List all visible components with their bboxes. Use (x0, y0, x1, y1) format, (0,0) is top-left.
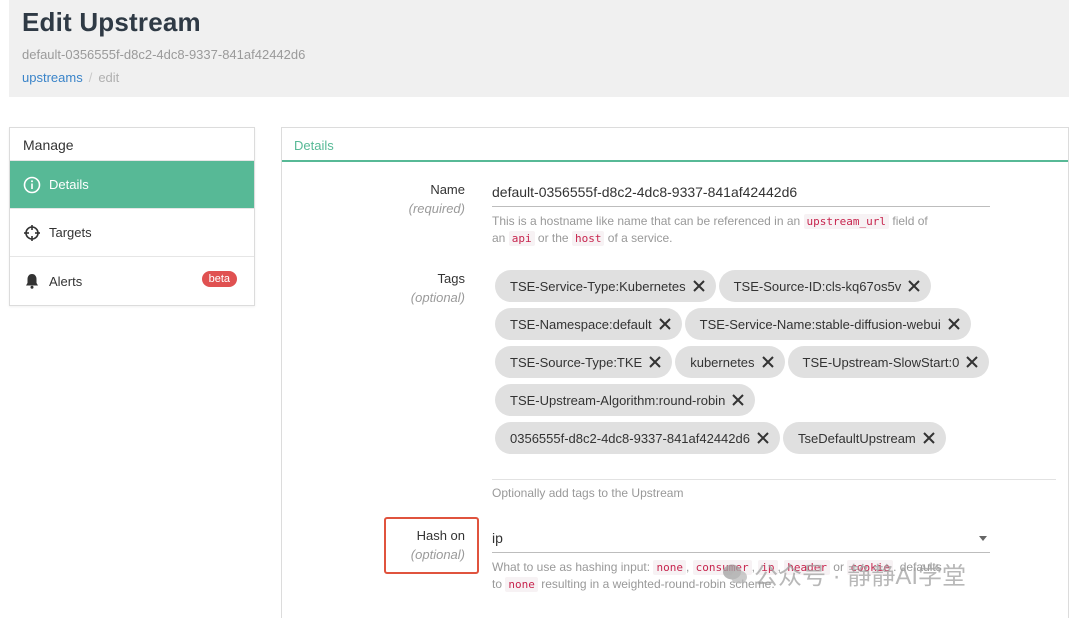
close-icon[interactable] (756, 431, 770, 445)
sidebar-title: Manage (10, 128, 254, 161)
breadcrumb-current: edit (98, 70, 120, 85)
bell-icon (26, 274, 38, 289)
page-title: Edit Upstream (22, 7, 201, 37)
close-icon[interactable] (648, 355, 662, 369)
hash-on-label: Hash on (416, 528, 465, 543)
close-icon[interactable] (731, 393, 745, 407)
close-icon[interactable] (692, 279, 706, 293)
tag-chip: TSE-Source-Type:TKE (495, 346, 673, 378)
tag-chip: TseDefaultUpstream (782, 422, 946, 454)
watermark: 公众号 · 静静AI学堂 (722, 556, 966, 591)
name-label-group: Name (required) (285, 182, 465, 216)
tag-chip: TSE-Service-Name:stable-diffusion-webui (684, 308, 971, 340)
tag-chip: kubernetes (675, 346, 785, 378)
close-icon[interactable] (907, 279, 921, 293)
name-input[interactable]: default-0356555f-d8c2-4dc8-9337-841af424… (492, 184, 990, 207)
page-header: Edit Upstream default-0356555f-d8c2-4dc8… (9, 0, 1069, 97)
panel-title: Details (282, 128, 1068, 162)
tag-chip: TSE-Source-ID:cls-kq67os5v (718, 270, 932, 302)
hash-on-optional-hint: (optional) (410, 547, 465, 562)
name-label: Name (430, 182, 465, 197)
hash-on-selected-value: ip (492, 530, 503, 546)
crosshair-icon (24, 224, 40, 241)
tags-input[interactable]: TSE-Service-Type:Kubernetes TSE-Source-ID… (495, 270, 995, 460)
close-icon[interactable] (922, 431, 936, 445)
upstream-id: default-0356555f-d8c2-4dc8-9337-841af424… (22, 47, 306, 62)
tag-chip: TSE-Namespace:default (495, 308, 682, 340)
tag-chip: 0356555f-d8c2-4dc8-9337-841af42442d6 (495, 422, 780, 454)
tags-optional-hint: (optional) (410, 290, 465, 305)
chat-bubble-icon (723, 564, 747, 583)
sidebar-item-label: Alerts (49, 273, 83, 289)
name-help-text: This is a hostname like name that can be… (492, 214, 928, 246)
sidebar-item-label: Details (49, 177, 89, 192)
tags-help-text: Optionally add tags to the Upstream (492, 486, 684, 500)
tag-chip: TSE-Service-Type:Kubernetes (495, 270, 716, 302)
tags-label: Tags (437, 271, 465, 286)
details-panel: Details Name (required) default-0356555f… (281, 127, 1069, 618)
close-icon[interactable] (761, 355, 775, 369)
hash-on-select[interactable]: ip (492, 530, 990, 553)
breadcrumb-upstreams-link[interactable]: upstreams (22, 70, 83, 85)
manage-sidebar: Manage Details Targets Alerts beta (9, 127, 255, 306)
sidebar-item-targets[interactable]: Targets (10, 209, 254, 257)
hash-on-label-group: Hash on (optional) (285, 528, 465, 562)
info-icon (23, 176, 41, 193)
watermark-text: 公众号 · 静静AI学堂 (754, 563, 967, 590)
beta-badge: beta (201, 271, 237, 287)
sidebar-item-label: Targets (49, 225, 92, 240)
tags-label-group: Tags (optional) (285, 271, 465, 305)
tags-divider (492, 479, 1056, 480)
close-icon[interactable] (947, 317, 961, 331)
tag-chip: TSE-Upstream-SlowStart:0 (787, 346, 990, 378)
tag-chip: TSE-Upstream-Algorithm:round-robin (495, 384, 756, 416)
caret-down-icon (979, 536, 987, 541)
breadcrumb: upstreams / edit (22, 70, 119, 85)
name-required-hint: (required) (408, 201, 465, 216)
close-icon[interactable] (658, 317, 672, 331)
close-icon[interactable] (965, 355, 979, 369)
sidebar-item-alerts[interactable]: Alerts beta (10, 257, 254, 305)
sidebar-item-details[interactable]: Details (10, 161, 254, 209)
breadcrumb-separator: / (88, 70, 93, 85)
